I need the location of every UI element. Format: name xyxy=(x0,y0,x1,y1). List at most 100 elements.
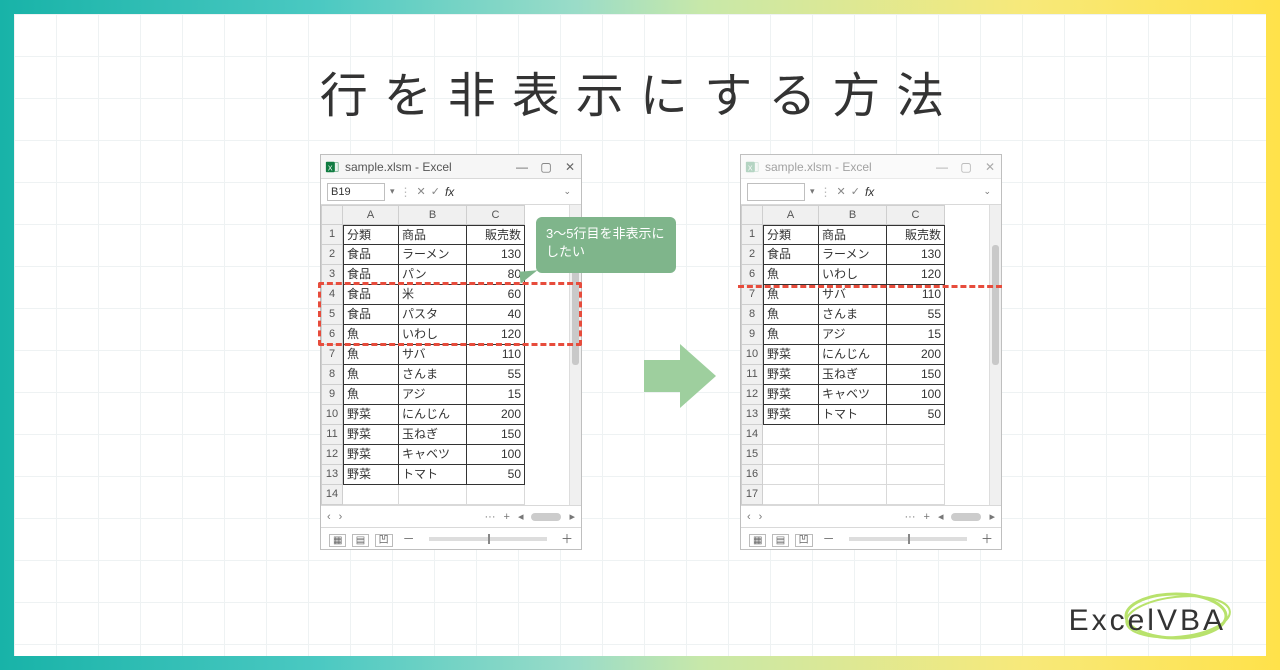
row-header[interactable]: 8 xyxy=(321,365,343,385)
cell[interactable]: キャベツ xyxy=(399,445,467,465)
cell[interactable] xyxy=(467,485,525,505)
cell[interactable]: 野菜 xyxy=(763,385,819,405)
cell[interactable]: さんま xyxy=(819,305,887,325)
fx-accept-icon[interactable]: ✓ xyxy=(851,185,860,198)
tab-prev-icon[interactable]: ‹ xyxy=(747,511,751,523)
name-box-chevron-icon[interactable]: ▾ xyxy=(810,186,815,197)
cell[interactable] xyxy=(887,445,945,465)
cell[interactable]: 130 xyxy=(887,245,945,265)
cell[interactable]: 野菜 xyxy=(343,425,399,445)
close-button[interactable]: ✕ xyxy=(563,160,577,174)
cell[interactable]: さんま xyxy=(399,365,467,385)
cell[interactable]: 分類 xyxy=(763,225,819,245)
close-button[interactable]: ✕ xyxy=(983,160,997,174)
cell[interactable]: 120 xyxy=(887,265,945,285)
tab-prev-icon[interactable]: ‹ xyxy=(327,511,331,523)
fx-cancel-icon[interactable]: ✕ xyxy=(837,185,846,198)
col-header-b[interactable]: B xyxy=(399,205,467,225)
view-normal-icon[interactable]: ▦ xyxy=(329,534,346,547)
row-header[interactable]: 16 xyxy=(741,465,763,485)
col-header-c[interactable]: C xyxy=(887,205,945,225)
col-header-c[interactable]: C xyxy=(467,205,525,225)
cell[interactable]: 米 xyxy=(399,285,467,305)
zoom-out-button[interactable]: － xyxy=(823,530,835,547)
name-box[interactable] xyxy=(747,183,805,201)
cell[interactable] xyxy=(819,485,887,505)
row-header[interactable]: 7 xyxy=(321,345,343,365)
hscroll-right-icon[interactable]: ▸ xyxy=(569,510,575,523)
cell[interactable]: アジ xyxy=(819,325,887,345)
zoom-in-button[interactable]: ＋ xyxy=(561,530,573,547)
cell[interactable]: 食品 xyxy=(343,245,399,265)
cell[interactable]: 130 xyxy=(467,245,525,265)
cell[interactable]: 魚 xyxy=(763,285,819,305)
cell[interactable]: 野菜 xyxy=(763,405,819,425)
cell[interactable] xyxy=(763,425,819,445)
cell[interactable]: アジ xyxy=(399,385,467,405)
hscroll-left-icon[interactable]: ◂ xyxy=(518,510,524,523)
view-pagebreak-icon[interactable]: 凹 xyxy=(795,534,813,547)
row-header[interactable]: 13 xyxy=(741,405,763,425)
cell[interactable] xyxy=(763,465,819,485)
cell[interactable]: 分類 xyxy=(343,225,399,245)
cell[interactable]: トマト xyxy=(399,465,467,485)
row-header[interactable]: 8 xyxy=(741,305,763,325)
tab-more-icon[interactable]: ··· xyxy=(485,511,496,523)
maximize-button[interactable]: ▢ xyxy=(959,160,973,174)
row-header[interactable]: 11 xyxy=(321,425,343,445)
tab-add-icon[interactable]: + xyxy=(924,511,930,523)
cell[interactable]: サバ xyxy=(399,345,467,365)
view-pagelayout-icon[interactable]: ▤ xyxy=(772,534,789,547)
cell[interactable]: 15 xyxy=(467,385,525,405)
cell[interactable]: いわし xyxy=(819,265,887,285)
cell[interactable]: いわし xyxy=(399,325,467,345)
vertical-scrollbar[interactable] xyxy=(989,205,1001,505)
cell[interactable]: 野菜 xyxy=(343,405,399,425)
row-header[interactable]: 10 xyxy=(321,405,343,425)
cell[interactable] xyxy=(763,445,819,465)
cell[interactable]: にんじん xyxy=(819,345,887,365)
row-header[interactable]: 6 xyxy=(741,265,763,285)
row-header[interactable]: 6 xyxy=(321,325,343,345)
row-header[interactable]: 11 xyxy=(741,365,763,385)
minimize-button[interactable]: — xyxy=(515,160,529,174)
worksheet-grid[interactable]: A B C 1分類商品販売数2食品ラーメン1306魚いわし1207魚サバ1108… xyxy=(741,205,989,505)
row-header[interactable]: 9 xyxy=(741,325,763,345)
cell[interactable]: キャベツ xyxy=(819,385,887,405)
cell[interactable]: 100 xyxy=(887,385,945,405)
cell[interactable]: 魚 xyxy=(343,385,399,405)
cell[interactable]: 110 xyxy=(887,285,945,305)
cell[interactable]: 野菜 xyxy=(763,365,819,385)
row-header[interactable]: 2 xyxy=(741,245,763,265)
view-pagelayout-icon[interactable]: ▤ xyxy=(352,534,369,547)
zoom-in-button[interactable]: ＋ xyxy=(981,530,993,547)
cell[interactable]: にんじん xyxy=(399,405,467,425)
cell[interactable]: 110 xyxy=(467,345,525,365)
fx-label[interactable]: fx xyxy=(865,185,874,199)
cell[interactable]: 魚 xyxy=(343,365,399,385)
cell[interactable] xyxy=(819,425,887,445)
tab-next-icon[interactable]: › xyxy=(759,511,763,523)
row-header[interactable]: 3 xyxy=(321,265,343,285)
formula-bar-expand-icon[interactable]: ⌄ xyxy=(983,186,991,197)
row-header[interactable]: 1 xyxy=(741,225,763,245)
cell[interactable]: パン xyxy=(399,265,467,285)
cell[interactable]: 魚 xyxy=(343,325,399,345)
row-header[interactable]: 17 xyxy=(741,485,763,505)
cell[interactable] xyxy=(887,485,945,505)
cell[interactable]: 玉ねぎ xyxy=(399,425,467,445)
row-header[interactable]: 1 xyxy=(321,225,343,245)
cell[interactable] xyxy=(819,445,887,465)
cell[interactable]: サバ xyxy=(819,285,887,305)
cell[interactable]: パスタ xyxy=(399,305,467,325)
row-header[interactable]: 15 xyxy=(741,445,763,465)
row-header[interactable]: 4 xyxy=(321,285,343,305)
row-header[interactable]: 7 xyxy=(741,285,763,305)
cell[interactable]: 200 xyxy=(887,345,945,365)
cell[interactable]: トマト xyxy=(819,405,887,425)
name-box[interactable]: B19 xyxy=(327,183,385,201)
cell[interactable] xyxy=(343,485,399,505)
formula-bar-expand-icon[interactable]: ⌄ xyxy=(563,186,571,197)
cell[interactable] xyxy=(887,465,945,485)
cell[interactable]: 魚 xyxy=(763,305,819,325)
